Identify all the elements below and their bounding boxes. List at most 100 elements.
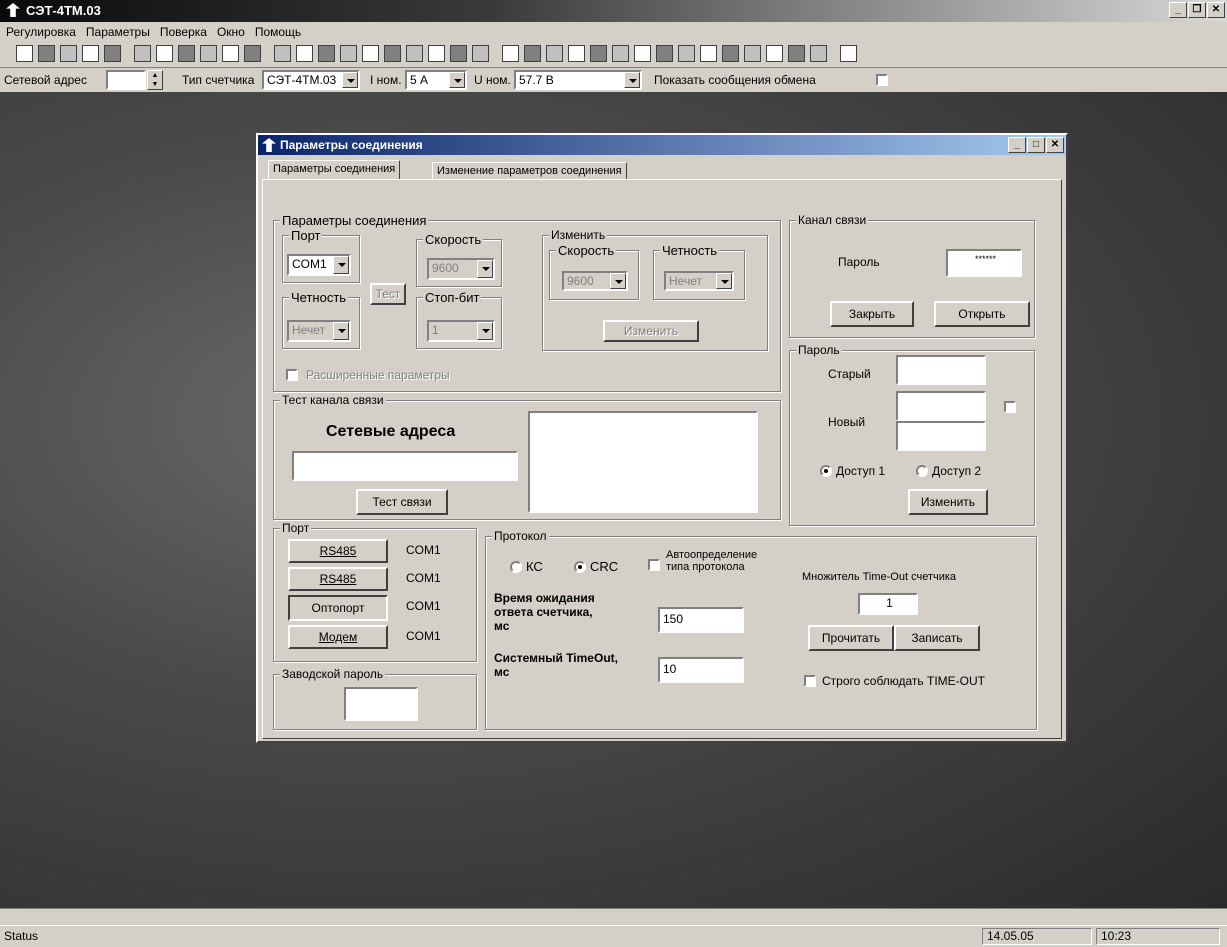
new-password-input[interactable] (896, 391, 986, 421)
factory-password-input[interactable] (344, 687, 418, 721)
chevron-down-icon[interactable] (333, 256, 349, 274)
confirm-password-input[interactable] (896, 421, 986, 451)
port-rs485-2-button[interactable]: RS485 (288, 567, 388, 591)
show-exchange-checkbox[interactable] (876, 74, 888, 86)
chart-icon[interactable] (274, 45, 291, 62)
info-icon[interactable] (428, 45, 445, 62)
menu-item-parameters[interactable]: Параметры (86, 25, 150, 39)
tool-icon[interactable] (362, 45, 379, 62)
sys-timeout-input[interactable]: 10 (658, 657, 744, 683)
menu-item-verification[interactable]: Поверка (160, 25, 207, 39)
port-optoport-button[interactable]: Оптопорт (288, 595, 388, 621)
tool-icon[interactable] (406, 45, 423, 62)
meter-type-select[interactable]: СЭТ-4ТМ.03 (262, 70, 360, 90)
tool-icon[interactable] (810, 45, 827, 62)
restore-icon[interactable]: ❐ (1188, 2, 1206, 18)
ks-radio[interactable] (510, 561, 522, 573)
test-button[interactable]: Тест (370, 283, 406, 305)
tool-icon[interactable] (178, 45, 195, 62)
parity-select[interactable]: Нечет (287, 320, 351, 342)
open-channel-button[interactable]: Открыть (934, 301, 1030, 327)
tab-connection-params[interactable]: Параметры соединения (268, 160, 401, 180)
strict-timeout-checkbox[interactable] (804, 675, 816, 687)
wait-input[interactable]: 150 (658, 607, 744, 633)
menu-item-help[interactable]: Помощь (255, 25, 301, 39)
menu-item-regulation[interactable]: Регулировка (6, 25, 76, 39)
open-icon[interactable] (38, 45, 55, 62)
minimize-icon[interactable]: _ (1008, 137, 1026, 153)
extended-params-checkbox[interactable] (286, 369, 298, 381)
tool-icon[interactable] (678, 45, 695, 62)
change-speed-select[interactable]: 9600 (562, 271, 628, 291)
chevron-down-icon[interactable] (477, 322, 493, 340)
tool-icon[interactable] (744, 45, 761, 62)
unom-select[interactable]: 57.7 В (514, 70, 642, 90)
tool-icon[interactable] (568, 45, 585, 62)
net-addresses-input[interactable] (292, 451, 518, 481)
tool-icon[interactable] (200, 45, 217, 62)
read-button[interactable]: Прочитать (808, 625, 894, 651)
save-icon[interactable] (60, 45, 77, 62)
tool-icon[interactable] (222, 45, 239, 62)
write-button[interactable]: Записать (894, 625, 980, 651)
tool-icon[interactable] (788, 45, 805, 62)
tool-icon[interactable] (766, 45, 783, 62)
tool-icon[interactable] (156, 45, 173, 62)
chevron-down-icon[interactable] (449, 72, 465, 88)
close-channel-button[interactable]: Закрыть (830, 301, 914, 327)
test-log-textarea[interactable] (528, 411, 758, 513)
triangle-icon[interactable] (634, 45, 651, 62)
grid-icon[interactable] (472, 45, 489, 62)
save-all-icon[interactable] (82, 45, 99, 62)
port-modem-button[interactable]: Модем (288, 625, 388, 649)
sum-icon[interactable] (722, 45, 739, 62)
access1-radio[interactable] (820, 465, 832, 477)
tool-icon[interactable] (244, 45, 261, 62)
auto-detect-checkbox[interactable] (648, 559, 660, 571)
access2-radio[interactable] (916, 465, 928, 477)
inom-select[interactable]: 5 А (405, 70, 467, 90)
tool-icon[interactable] (700, 45, 717, 62)
change-parity-select[interactable]: Нечет (664, 271, 734, 291)
net-address-input[interactable] (106, 70, 146, 90)
close-icon[interactable]: ✕ (1046, 137, 1064, 153)
tool-icon[interactable] (134, 45, 151, 62)
net-address-spinner[interactable]: ▲ ▼ (147, 70, 163, 90)
chevron-down-icon[interactable] (333, 322, 349, 340)
chevron-down-icon[interactable] (624, 72, 640, 88)
clock-icon[interactable] (590, 45, 607, 62)
port-select[interactable]: COM1 (287, 254, 351, 276)
change-password-button[interactable]: Изменить (908, 489, 988, 515)
tool-icon[interactable] (384, 45, 401, 62)
stopbit-select[interactable]: 1 (427, 320, 495, 342)
tool-icon[interactable] (524, 45, 541, 62)
test-connection-button[interactable]: Тест связи (356, 489, 448, 515)
help-icon[interactable] (840, 45, 857, 62)
multiplier-input[interactable]: 1 (858, 593, 918, 615)
tool-icon[interactable] (656, 45, 673, 62)
bar-chart-icon[interactable] (340, 45, 357, 62)
chevron-down-icon[interactable] (342, 72, 358, 88)
tool-icon[interactable] (546, 45, 563, 62)
old-password-input[interactable] (896, 355, 986, 385)
channel-password-input[interactable]: ****** (946, 249, 1022, 277)
crc-radio[interactable] (574, 561, 586, 573)
clock-icon[interactable] (296, 45, 313, 62)
port-rs485-1-button[interactable]: RS485 (288, 539, 388, 563)
maximize-icon[interactable]: □ (1027, 137, 1045, 153)
chevron-down-icon[interactable] (477, 260, 493, 278)
close-icon[interactable]: ✕ (1207, 2, 1225, 18)
show-password-checkbox[interactable] (1004, 401, 1016, 413)
minimize-icon[interactable]: _ (1169, 2, 1187, 18)
chevron-down-icon[interactable] (716, 273, 732, 289)
change-conn-button[interactable]: Изменить (603, 320, 699, 342)
tool-icon[interactable] (612, 45, 629, 62)
chevron-down-icon[interactable] (610, 273, 626, 289)
new-icon[interactable] (16, 45, 33, 62)
print-icon[interactable] (104, 45, 121, 62)
chart-icon[interactable] (318, 45, 335, 62)
check-icon[interactable] (502, 45, 519, 62)
tab-change-connection-params[interactable]: Изменение параметров соединения (432, 162, 627, 180)
list-icon[interactable] (450, 45, 467, 62)
speed-select[interactable]: 9600 (427, 258, 495, 280)
